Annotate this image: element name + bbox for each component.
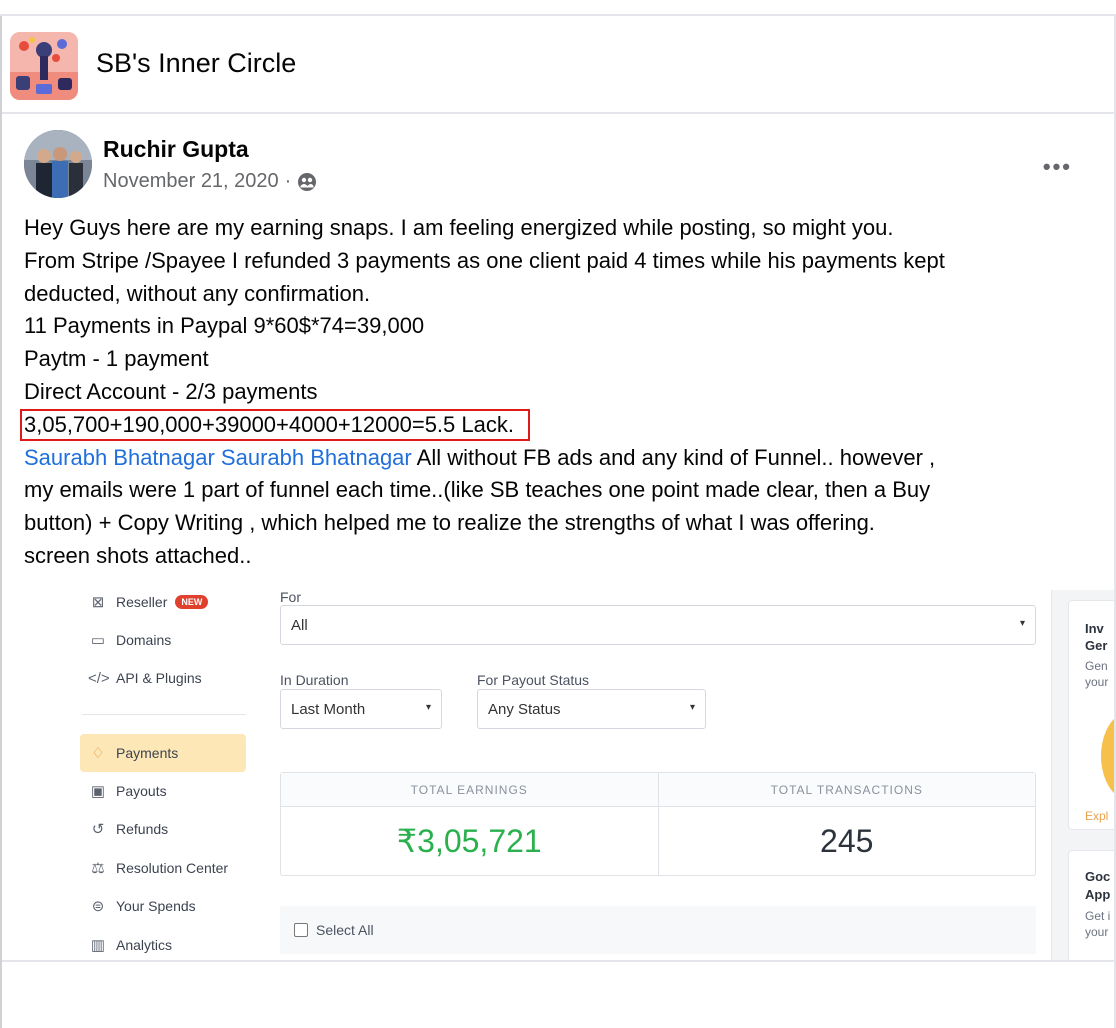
sidebar-item-domains[interactable]: ▭ Domains	[80, 622, 246, 658]
top-frame	[0, 0, 1116, 16]
sidebar-item-refunds[interactable]: ↺ Refunds	[80, 811, 246, 847]
promo-title: App	[1085, 887, 1111, 902]
total-earnings-value: ₹3,05,721	[396, 823, 542, 859]
total-transactions-label: TOTAL TRANSACTIONS	[658, 773, 1035, 807]
sidebar-item-api-plugins[interactable]: </> API & Plugins	[80, 660, 246, 696]
promo-title: Ger	[1085, 638, 1108, 653]
post-text: Hey Guys here are my earning snaps. I am…	[20, 212, 1104, 573]
post-line: From Stripe /Spayee I refunded 3 payment…	[24, 247, 945, 273]
wallet-icon: ⊜	[91, 898, 105, 915]
total-transactions-value: 245	[820, 822, 874, 859]
select-all-row[interactable]: Select All	[280, 906, 1036, 954]
sidebar-item-your-spends[interactable]: ⊜ Your Spends	[80, 888, 246, 924]
for-select[interactable]: All ▾	[280, 605, 1036, 645]
sidebar-item-label: API & Plugins	[116, 670, 202, 686]
sidebar-item-analytics[interactable]: ▥ Analytics	[80, 927, 246, 960]
sidebar-item-payments[interactable]: ♢ Payments	[80, 734, 246, 772]
select-all-checkbox[interactable]	[294, 923, 308, 937]
sidebar-divider	[82, 714, 246, 715]
post-line: Hey Guys here are my earning snaps. I am…	[24, 215, 894, 240]
sidebar-item-label: Your Spends	[116, 898, 196, 914]
post-line: 11 Payments in Paypal 9*60$*74=39,000	[24, 313, 425, 339]
dashboard-main: For All ▾ In Duration Last Month ▾ For P…	[264, 590, 1052, 960]
group-avatar[interactable]	[10, 32, 78, 100]
sidebar-item-label: Reseller	[116, 594, 168, 610]
select-all-label: Select All	[316, 922, 374, 938]
sidebar-item-resolution-center[interactable]: ⚖ Resolution Center	[80, 850, 246, 886]
total-transactions-card: TOTAL TRANSACTIONS 245	[657, 773, 1035, 875]
group-avatar-illustration-icon	[10, 32, 78, 100]
caret-down-icon: ▾	[689, 702, 695, 713]
promo-illustration	[1101, 711, 1114, 801]
post-line: Direct Account - 2/3 payments	[24, 378, 318, 404]
post-line: button) + Copy Writing , which helped me…	[24, 510, 875, 536]
author-name[interactable]: Ruchir Gupta	[103, 136, 249, 163]
post-line: deducted, without any confirmation.	[24, 280, 371, 306]
sidebar-item-label: Domains	[116, 632, 172, 648]
mention-link[interactable]: Saurabh Bhatnagar Saurabh Bhatnagar	[24, 445, 412, 470]
post-meta: November 21, 2020 ·	[103, 170, 317, 193]
analytics-icon: ▥	[90, 937, 106, 954]
post-line: screen shots attached..	[24, 542, 252, 568]
right-promo-card[interactable]: Inv Ger Gen your Expl	[1068, 600, 1114, 830]
payouts-icon: ▣	[90, 783, 106, 800]
scales-icon: ⚖	[91, 860, 105, 877]
new-badge: NEW	[175, 595, 209, 609]
stats-panel: TOTAL EARNINGS ₹3,05,721 TOTAL TRANSACTI…	[280, 772, 1036, 876]
total-earnings-label: TOTAL EARNINGS	[281, 773, 658, 807]
promo-title: Goc	[1085, 869, 1111, 884]
for-select-value: All	[291, 616, 308, 634]
meta-separator: ·	[284, 170, 292, 192]
post-line: my emails were 1 part of funnel each tim…	[24, 477, 931, 503]
highlighted-total: 3,05,700+190,000+39000+4000+12000=5.5 La…	[20, 408, 530, 441]
post-date[interactable]: November 21, 2020	[103, 170, 279, 193]
duration-select[interactable]: Last Month ▾	[280, 689, 442, 729]
caret-down-icon: ▾	[425, 702, 431, 713]
promo-link[interactable]: Expl	[1085, 809, 1108, 823]
sidebar-item-label: Refunds	[116, 821, 169, 837]
promo-subtitle: your	[1085, 925, 1109, 939]
caret-down-icon: ▾	[1019, 618, 1025, 629]
sidebar-item-label: Payments	[116, 745, 179, 761]
duration-label: In Duration	[280, 672, 349, 688]
refund-icon: ↺	[91, 821, 105, 838]
more-options-icon[interactable]: •••	[1043, 154, 1072, 180]
post-line: Paytm - 1 payment	[24, 346, 209, 372]
author-photo-icon	[24, 130, 92, 198]
group-name[interactable]: SB's Inner Circle	[96, 48, 296, 79]
promo-subtitle: Get i	[1085, 909, 1111, 923]
group-audience-icon[interactable]	[297, 172, 317, 192]
sidebar-item-label: Resolution Center	[116, 860, 229, 876]
post-line-after-mention: All without FB ads and any kind of Funne…	[411, 444, 936, 470]
dashboard-sidebar: ⊠ Reseller NEW ▭ Domains </> API & Plugi…	[2, 590, 264, 960]
sidebar-item-label: Analytics	[116, 937, 173, 953]
duration-select-value: Last Month	[291, 700, 366, 718]
domains-icon: ▭	[90, 632, 106, 649]
sidebar-item-label: Payouts	[116, 783, 167, 799]
promo-subtitle: your	[1085, 675, 1109, 689]
promo-title: Inv	[1085, 621, 1104, 636]
right-promo-card[interactable]: Goc App Get i your	[1068, 850, 1114, 960]
attached-screenshot[interactable]: ⊠ Reseller NEW ▭ Domains </> API & Plugi…	[2, 590, 1114, 962]
author-avatar[interactable]	[24, 130, 92, 198]
piggy-bank-icon: ♢	[91, 745, 105, 762]
sidebar-item-payouts[interactable]: ▣ Payouts	[80, 773, 246, 809]
payout-status-select-value: Any Status	[488, 700, 561, 718]
payout-status-select[interactable]: Any Status ▾	[477, 689, 706, 729]
reseller-icon: ⊠	[91, 594, 105, 611]
code-icon: </>	[88, 669, 110, 687]
group-header: SB's Inner Circle	[2, 18, 1114, 114]
total-earnings-card: TOTAL EARNINGS ₹3,05,721	[281, 773, 658, 875]
promo-subtitle: Gen	[1085, 659, 1108, 673]
for-label: For	[280, 590, 301, 605]
payout-status-label: For Payout Status	[477, 672, 590, 688]
sidebar-item-reseller[interactable]: ⊠ Reseller NEW	[80, 590, 246, 620]
